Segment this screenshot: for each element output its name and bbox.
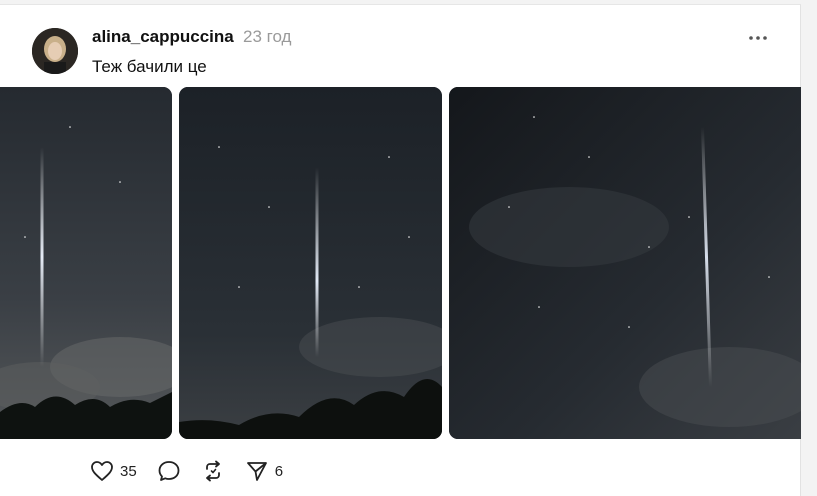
share-icon: [245, 460, 269, 482]
share-count: 6: [274, 462, 284, 480]
post-photo-2[interactable]: [179, 87, 442, 439]
avatar[interactable]: [32, 28, 78, 74]
comment-button[interactable]: [157, 460, 181, 482]
post-actions: 35 6: [90, 457, 303, 485]
heart-icon: [90, 460, 114, 482]
like-button[interactable]: 35: [90, 460, 137, 482]
post-time[interactable]: 23 год: [243, 27, 291, 47]
like-count: 35: [120, 462, 137, 480]
post-card: alina_cappuccina 23 год Теж бачили це 35…: [0, 4, 801, 496]
repost-button[interactable]: [201, 460, 225, 482]
repost-icon: [201, 460, 225, 482]
more-dots-icon[interactable]: [744, 27, 772, 49]
comment-icon: [157, 460, 181, 482]
post-photo-1[interactable]: [0, 87, 172, 439]
post-photo-3[interactable]: [449, 87, 801, 439]
scrollbar[interactable]: [802, 0, 817, 496]
post-author[interactable]: alina_cappuccina: [92, 27, 234, 47]
post-text: Теж бачили це: [92, 57, 207, 76]
share-button[interactable]: 6: [245, 460, 283, 482]
